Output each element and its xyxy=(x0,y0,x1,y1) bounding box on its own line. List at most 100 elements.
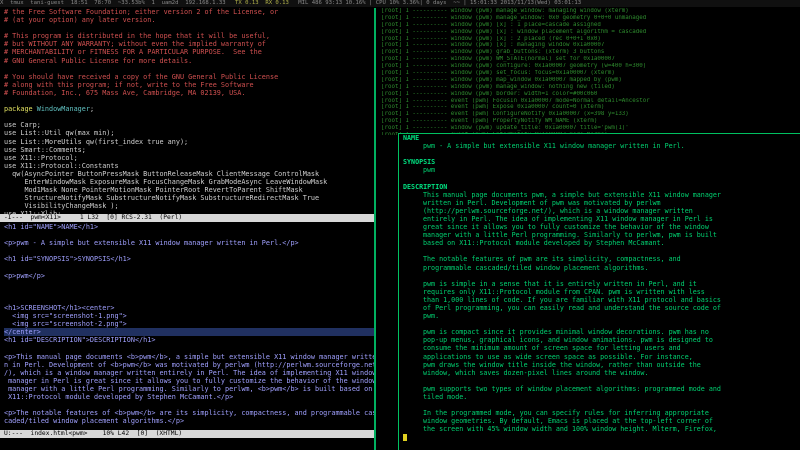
log-line: [root] 1 ---------- event (pwm) Configur… xyxy=(381,111,629,118)
log-line: [root] 1 ---------- event (pwm) FocusIn … xyxy=(381,97,650,104)
perl-source-buffer[interactable]: # the Free Software Foundation; either v… xyxy=(0,8,374,214)
man-line: tiled mode. xyxy=(423,393,468,401)
log-line: [root] 1 ---------- window (pwm) [x] : 2… xyxy=(381,35,601,42)
man-line: pwm. xyxy=(423,312,440,321)
log-line: [root] 1 ---------- window (pwm) update_… xyxy=(381,125,629,132)
html-line xyxy=(4,280,374,288)
man-line: of Perl programming, you can easily read… xyxy=(423,303,721,312)
code-line: use X11::Protocol; xyxy=(4,153,78,162)
code-line: use X11::Protocol::Constants xyxy=(4,161,119,170)
code-line: use Smart::Comments; xyxy=(4,145,86,154)
man-line: pwm draws the window title inside the wi… xyxy=(423,360,701,369)
code-line: qw(AsyncPointer ButtonPressMask ButtonRe… xyxy=(4,169,320,178)
man-line: In the programmed mode, you can specify … xyxy=(423,409,709,418)
comment-line: # MERCHANTABILITY or FITNESS FOR A PARTI… xyxy=(4,48,262,57)
html-line: <p>This manual page documents <b>pwm</b>… xyxy=(4,352,374,361)
html-line xyxy=(4,288,374,296)
man-line: consume the minimum amount of screen spa… xyxy=(423,344,681,353)
man-line: than 1,000 lines of code. If you are fam… xyxy=(423,295,721,304)
log-line: [root] 1 ---------- window (pwm) [x] : w… xyxy=(381,28,647,35)
man-line: requires only X11::Protocol module from … xyxy=(423,287,705,296)
man-line: pwm xyxy=(423,166,436,175)
man-line: written in Perl. Development of pwm was … xyxy=(423,198,661,207)
status-left: X tmux tani-guest 18:51 78:70 ~33.53b% 1… xyxy=(0,0,226,6)
html-line: <p>pwm - A simple but extensible X11 win… xyxy=(4,239,299,248)
html-line: <img src="screenshot-1.png"> xyxy=(4,312,127,321)
man-line: window, which saves dozen-pixel lines ar… xyxy=(423,368,649,377)
comment-line: # This program is distributed in the hop… xyxy=(4,32,270,41)
man-description-section: This manual page documents pwm, a simple… xyxy=(403,191,800,434)
perl-mode-line: -I--- pwm<X11> 1 L32 [0] RCS-2.31 (Perl) xyxy=(0,214,374,222)
log-line: [root] 1 ---------- window (pwm) manage_… xyxy=(381,83,615,90)
man-line: pwm supports two types of window placeme… xyxy=(423,384,721,393)
code-line: use List::Util qw(max min); xyxy=(4,129,115,138)
package-declaration: package WindowManager; xyxy=(4,105,95,114)
code-line: VisibilityChangeMask ); xyxy=(4,202,119,211)
log-line: [root] 1 ---------- event (pwm) Expose 0… xyxy=(381,104,605,111)
html-source-buffer[interactable]: <h1 id="NAME">NAME</h1> <p>pwm - A simpl… xyxy=(0,223,374,429)
man-description-heading: DESCRIPTION xyxy=(403,182,448,191)
log-line: [root] 1 ---------- window (pwm) manage_… xyxy=(381,14,647,21)
html-line xyxy=(4,263,374,271)
log-line: [root] 1 ---------- window (pwm) configu… xyxy=(381,63,647,70)
comment-line: # but WITHOUT ANY WARRANTY; without even… xyxy=(4,40,266,49)
man-synopsis-heading: SYNOPSIS xyxy=(403,158,436,167)
package-name: WindowManager xyxy=(36,105,90,114)
comment-line xyxy=(4,24,374,32)
html-line: <h1>SCREENSHOT</h1><center> xyxy=(4,303,115,312)
man-line xyxy=(403,377,800,385)
code-line: EnterWindowMask ExposureMask FocusChange… xyxy=(4,177,328,186)
man-line: programmable cascaded/tiled window place… xyxy=(423,263,649,272)
html-line: manager with a little Perl programming. … xyxy=(4,384,373,393)
status-right: MIL 486 93:13 10.16% | CPU 10% 3.36%| 0 … xyxy=(298,0,582,6)
man-line: pwm - A simple but extensible X11 window… xyxy=(423,142,685,151)
man-line: entirely in Perl. The idea of implementi… xyxy=(423,214,713,223)
log-line: [root] 1 ---------- window (pwm) grab_bu… xyxy=(381,49,605,56)
pane-divider[interactable] xyxy=(374,8,376,450)
code-line: use List::MoreUtils qw(first_index true … xyxy=(4,137,189,146)
man-page-window[interactable]: NAME pwm - A simple but extensible X11 w… xyxy=(398,133,800,450)
use-statements-block: use Carp; use List::Util qw(max min); use … xyxy=(4,121,374,214)
html-line: <p>The notable features of <b>pwm</b> ar… xyxy=(4,409,374,418)
license-comment-block: # the Free Software Foundation; either v… xyxy=(4,8,374,97)
pwm-debug-log[interactable]: [root] 1 ---------- window (pwm) manage_… xyxy=(377,8,800,135)
log-line: [root] 1 ---------- window (pwm) map_win… xyxy=(381,76,622,83)
comment-line: # Foundation, Inc., 675 Mass Ave, Cambri… xyxy=(4,88,246,97)
log-line: [root] 1 ---------- window (pwm) set_foc… xyxy=(381,70,615,77)
man-line: great since it allows you to fully custo… xyxy=(423,223,709,232)
terminal-cursor xyxy=(403,433,407,441)
html-line xyxy=(4,401,374,409)
pager-prompt[interactable] xyxy=(403,433,800,441)
html-line: <img src="screenshot-2.png"> xyxy=(4,320,127,329)
html-line xyxy=(4,296,374,304)
man-line xyxy=(403,272,800,280)
man-line: applications to use as wide screen space… xyxy=(423,352,693,361)
html-line xyxy=(4,344,374,352)
man-line xyxy=(403,401,800,409)
code-line: Mod1Mask None PointerMotionMask PointerR… xyxy=(4,186,303,195)
log-line: [root] 1 ---------- window (pwm) [x] : m… xyxy=(381,42,605,49)
man-line: window geometries. By default, Emacs is … xyxy=(423,417,713,426)
man-line: the screen with 45% window width and 100… xyxy=(423,425,717,434)
log-line: [root] 1 ---------- event (pwm) Property… xyxy=(381,118,598,125)
man-name-heading: NAME xyxy=(403,134,420,142)
html-line: <h1 id="SYNOPSIS">SYNOPSIS</h1> xyxy=(4,255,131,264)
comment-line: # GNU General Public License for more de… xyxy=(4,56,193,65)
status-network: TX 0.13 RX 0.13 xyxy=(235,0,289,6)
man-line: pop-up menus, graphical icons, and windo… xyxy=(423,336,713,345)
log-line: [root] 1 ---------- window (pwm) border:… xyxy=(381,90,598,97)
log-lines-block: [root] 1 ---------- window (pwm) manage_… xyxy=(381,8,800,135)
comment-line xyxy=(4,65,374,73)
html-line xyxy=(4,231,374,239)
code-line: StructureNotifyMask SubstructureNotifyMa… xyxy=(4,194,320,203)
man-line: (http://perlwm.sourceforge.net/), which … xyxy=(423,206,693,215)
man-line: pwm is compact since it provides minimal… xyxy=(423,328,709,337)
man-line xyxy=(403,247,800,255)
html-line: /), which is a window manager written en… xyxy=(4,368,374,377)
html-line xyxy=(4,247,374,255)
log-line: [root] 1 ---------- window (pwm) WM_STAT… xyxy=(381,56,615,63)
html-line: <p>pwm</p> xyxy=(4,271,45,280)
code-line: use Carp; xyxy=(4,121,41,130)
